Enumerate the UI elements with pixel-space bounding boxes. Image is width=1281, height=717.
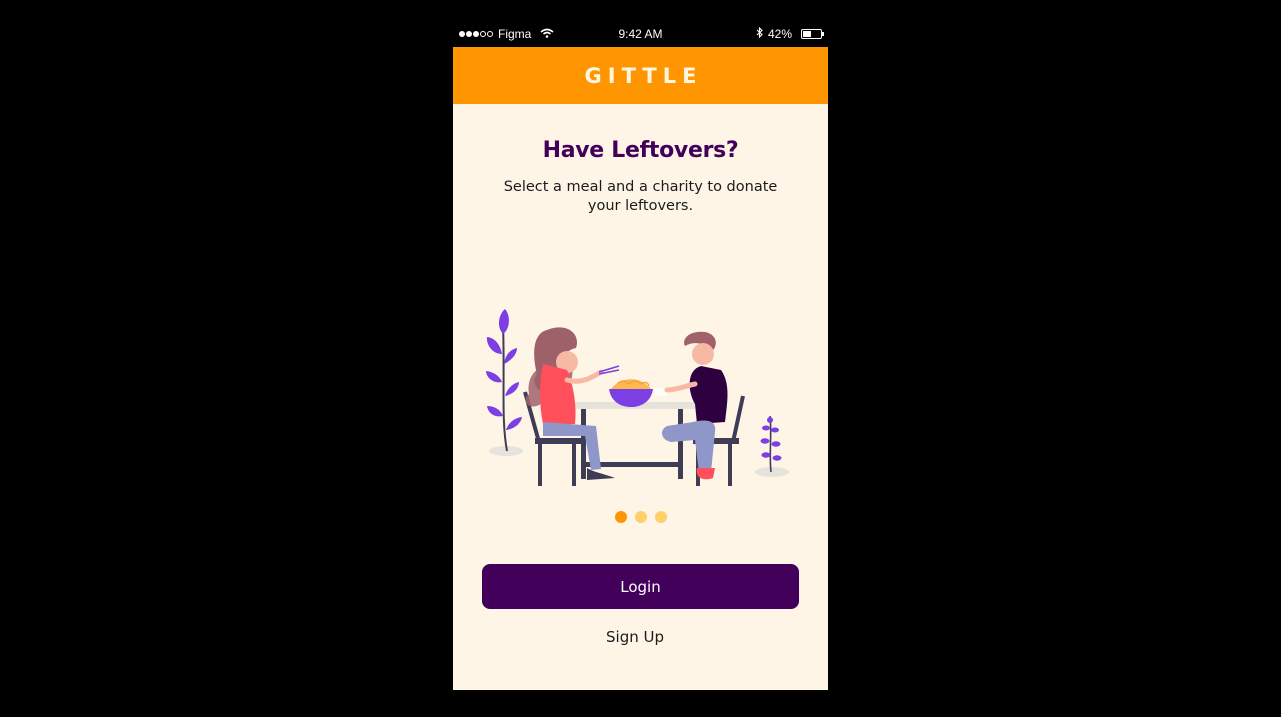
signup-link[interactable]: Sign Up	[453, 628, 817, 646]
onboarding-description: Select a meal and a charity to donate yo…	[503, 179, 778, 214]
page-dot[interactable]	[634, 511, 647, 523]
status-bar: Figma 9:42 AM 42%	[453, 21, 828, 47]
page-dot-active[interactable]	[614, 511, 627, 523]
page-indicator	[453, 511, 828, 523]
bluetooth-icon	[756, 26, 763, 41]
couple-dining-illustration	[486, 309, 789, 486]
phone-screen: Figma 9:42 AM 42% GITTLE Have Leftovers?…	[453, 21, 828, 690]
app-title: GITTLE	[584, 63, 703, 88]
battery-percent: 42%	[767, 27, 792, 41]
onboarding-title: Have Leftovers?	[542, 138, 739, 163]
battery-icon	[801, 29, 824, 39]
app-header: GITTLE	[453, 47, 828, 104]
status-right: 42%	[756, 26, 824, 41]
battery-fill	[803, 31, 811, 37]
battery-nub	[822, 32, 824, 36]
login-button[interactable]: Login	[482, 564, 799, 609]
page-dot[interactable]	[654, 511, 667, 523]
